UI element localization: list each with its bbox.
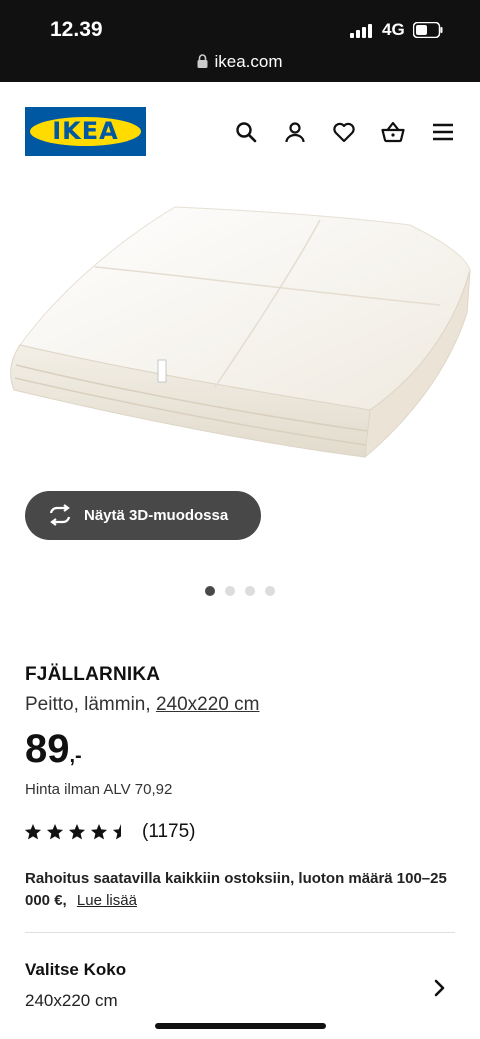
- rating-star: [68, 824, 86, 840]
- menu-icon[interactable]: [431, 120, 455, 144]
- price-suffix: ,-: [69, 745, 82, 767]
- product-price: 89,-: [25, 727, 82, 772]
- rotate-3d-icon: [49, 504, 71, 526]
- home-indicator: [155, 1023, 326, 1029]
- address-bar[interactable]: ikea.com: [0, 52, 480, 72]
- site-header: IKEA: [0, 82, 480, 182]
- product-description: Peitto, lämmin, 240x220 cm: [25, 694, 259, 716]
- carousel-dot[interactable]: [205, 586, 215, 596]
- lock-icon: [197, 54, 208, 68]
- status-time: 12.39: [50, 18, 103, 41]
- rating-star: [90, 824, 108, 840]
- status-bar: 12.39 4G ikea.com: [0, 0, 480, 82]
- rating-star: [112, 824, 121, 840]
- rating-count: (1175): [142, 821, 196, 842]
- battery-icon: [413, 22, 443, 38]
- read-more-link[interactable]: Lue lisää: [77, 892, 137, 909]
- signal-icon: [350, 22, 376, 38]
- financing-info: Rahoitus saatavilla kaikkiin ostoksiin, …: [25, 868, 455, 912]
- carousel-dot[interactable]: [245, 586, 255, 596]
- rating-star: [46, 824, 64, 840]
- carousel-dot[interactable]: [265, 586, 275, 596]
- network-type: 4G: [382, 20, 405, 39]
- heart-icon[interactable]: [332, 120, 356, 144]
- view-3d-button[interactable]: Näytä 3D-muodossa: [25, 491, 261, 540]
- size-selector-value: 240x220 cm: [25, 991, 118, 1010]
- logo-text: IKEA: [52, 117, 119, 145]
- logo-oval: IKEA: [30, 117, 141, 146]
- chevron-right-icon: [434, 979, 445, 997]
- price-value: 89: [25, 727, 70, 771]
- product-type: Peitto, lämmin,: [25, 694, 151, 715]
- product-name: FJÄLLARNIKA: [25, 664, 161, 685]
- url-text: ikea.com: [214, 52, 283, 71]
- product-image[interactable]: [0, 195, 480, 505]
- ikea-logo[interactable]: IKEA: [25, 107, 146, 156]
- divider: [25, 932, 455, 933]
- basket-icon[interactable]: [381, 120, 405, 144]
- search-icon[interactable]: [234, 120, 258, 144]
- price-without-vat: Hinta ilman ALV 70,92: [25, 781, 173, 798]
- account-icon[interactable]: [283, 120, 307, 144]
- rating-stars: [25, 824, 121, 840]
- carousel-dots: [0, 586, 480, 598]
- size-selector-title: Valitse Koko: [25, 960, 127, 979]
- size-link[interactable]: 240x220 cm: [156, 694, 260, 715]
- rating-star: [25, 824, 42, 840]
- carousel-dot[interactable]: [225, 586, 235, 596]
- view-3d-label: Näytä 3D-muodossa: [84, 507, 229, 524]
